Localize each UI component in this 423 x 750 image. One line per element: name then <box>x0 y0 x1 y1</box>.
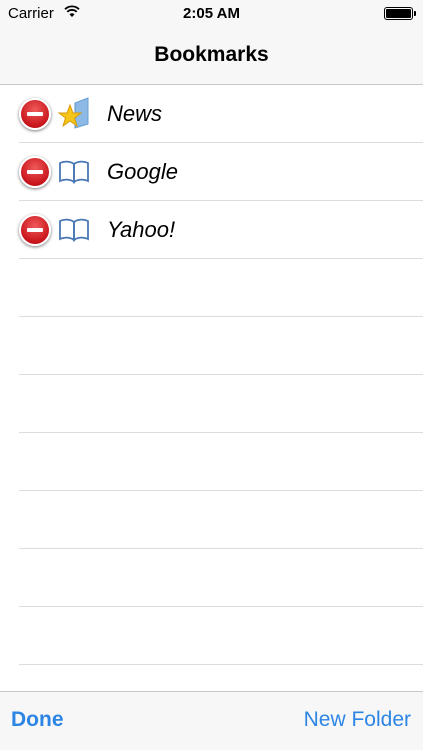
bookmark-label: Yahoo! <box>107 217 176 242</box>
bookmark-book-icon <box>57 155 91 187</box>
empty-row <box>19 259 423 317</box>
done-button[interactable]: Done <box>11 708 64 732</box>
bookmark-row-yahoo[interactable]: Yahoo! <box>19 201 423 259</box>
empty-row <box>19 433 423 491</box>
page-title: Bookmarks <box>154 43 269 66</box>
clock: 2:05 AM <box>183 5 240 22</box>
bookmark-list[interactable]: News Google Yahoo! <box>0 85 423 691</box>
starred-folder-icon <box>57 97 91 129</box>
bottom-toolbar: Done New Folder <box>0 691 423 750</box>
delete-button[interactable] <box>19 98 51 130</box>
new-folder-button[interactable]: New Folder <box>304 708 411 732</box>
battery-icon <box>384 7 416 20</box>
status-bar: Carrier 2:05 AM <box>0 0 423 28</box>
bookmark-label: Google <box>107 159 178 184</box>
bookmark-label: News <box>107 101 163 126</box>
bookmark-row-google[interactable]: Google <box>19 143 423 201</box>
delete-button[interactable] <box>19 156 51 188</box>
delete-button[interactable] <box>19 214 51 246</box>
bookmark-book-icon <box>57 213 91 245</box>
empty-row <box>19 375 423 433</box>
empty-row <box>19 665 423 691</box>
empty-row <box>19 607 423 665</box>
bookmark-row-news[interactable]: News <box>19 85 423 143</box>
empty-row <box>19 317 423 375</box>
empty-row <box>19 549 423 607</box>
empty-row <box>19 491 423 549</box>
navigation-bar: Bookmarks <box>0 28 423 85</box>
